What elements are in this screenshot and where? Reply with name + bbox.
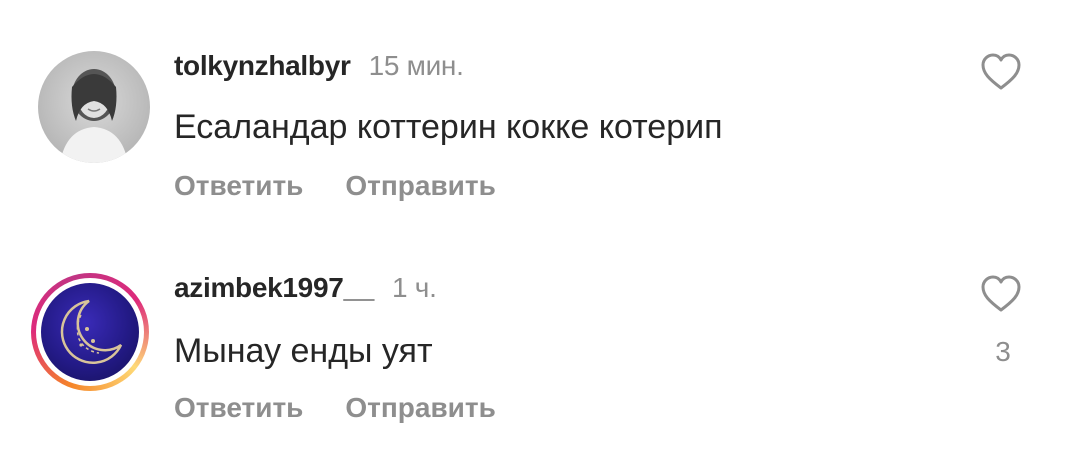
avatar[interactable]: [38, 51, 150, 163]
comment-item: tolkynzhalbyr 15 мин. Есаландар коттерин …: [0, 0, 1080, 230]
reply-button[interactable]: Ответить: [174, 392, 303, 423]
like-button[interactable]: [980, 274, 1022, 314]
person-silhouette-icon: [60, 69, 128, 163]
heart-outline-icon: [981, 53, 1021, 90]
comment-time: 1 ч.: [392, 272, 437, 303]
comment-text: Есаландар коттерин кокке котерип: [174, 108, 723, 146]
avatar-story-ring[interactable]: [31, 273, 149, 391]
comment-text: Мынау енды уят: [174, 332, 433, 370]
avatar-image: [38, 51, 150, 163]
comment-time: 15 мин.: [368, 50, 464, 81]
username[interactable]: tolkynzhalbyr: [174, 50, 351, 81]
reply-button[interactable]: Ответить: [174, 170, 303, 201]
send-button[interactable]: Отправить: [345, 170, 495, 201]
comment-actions: Ответить Отправить: [174, 170, 538, 202]
crescent-moon-icon: [60, 299, 123, 364]
comment-header: azimbek1997__ 1 ч.: [174, 272, 437, 304]
heart-outline-icon: [981, 275, 1021, 312]
avatar: [41, 283, 139, 381]
like-count[interactable]: 3: [988, 336, 1018, 368]
comment-header: tolkynzhalbyr 15 мин.: [174, 50, 464, 82]
username[interactable]: azimbek1997__: [174, 272, 374, 303]
comment-item: azimbek1997__ 1 ч. Мынау енды уят Ответит…: [0, 230, 1080, 474]
comment-actions: Ответить Отправить: [174, 392, 538, 424]
like-button[interactable]: [980, 52, 1022, 92]
send-button[interactable]: Отправить: [345, 392, 495, 423]
